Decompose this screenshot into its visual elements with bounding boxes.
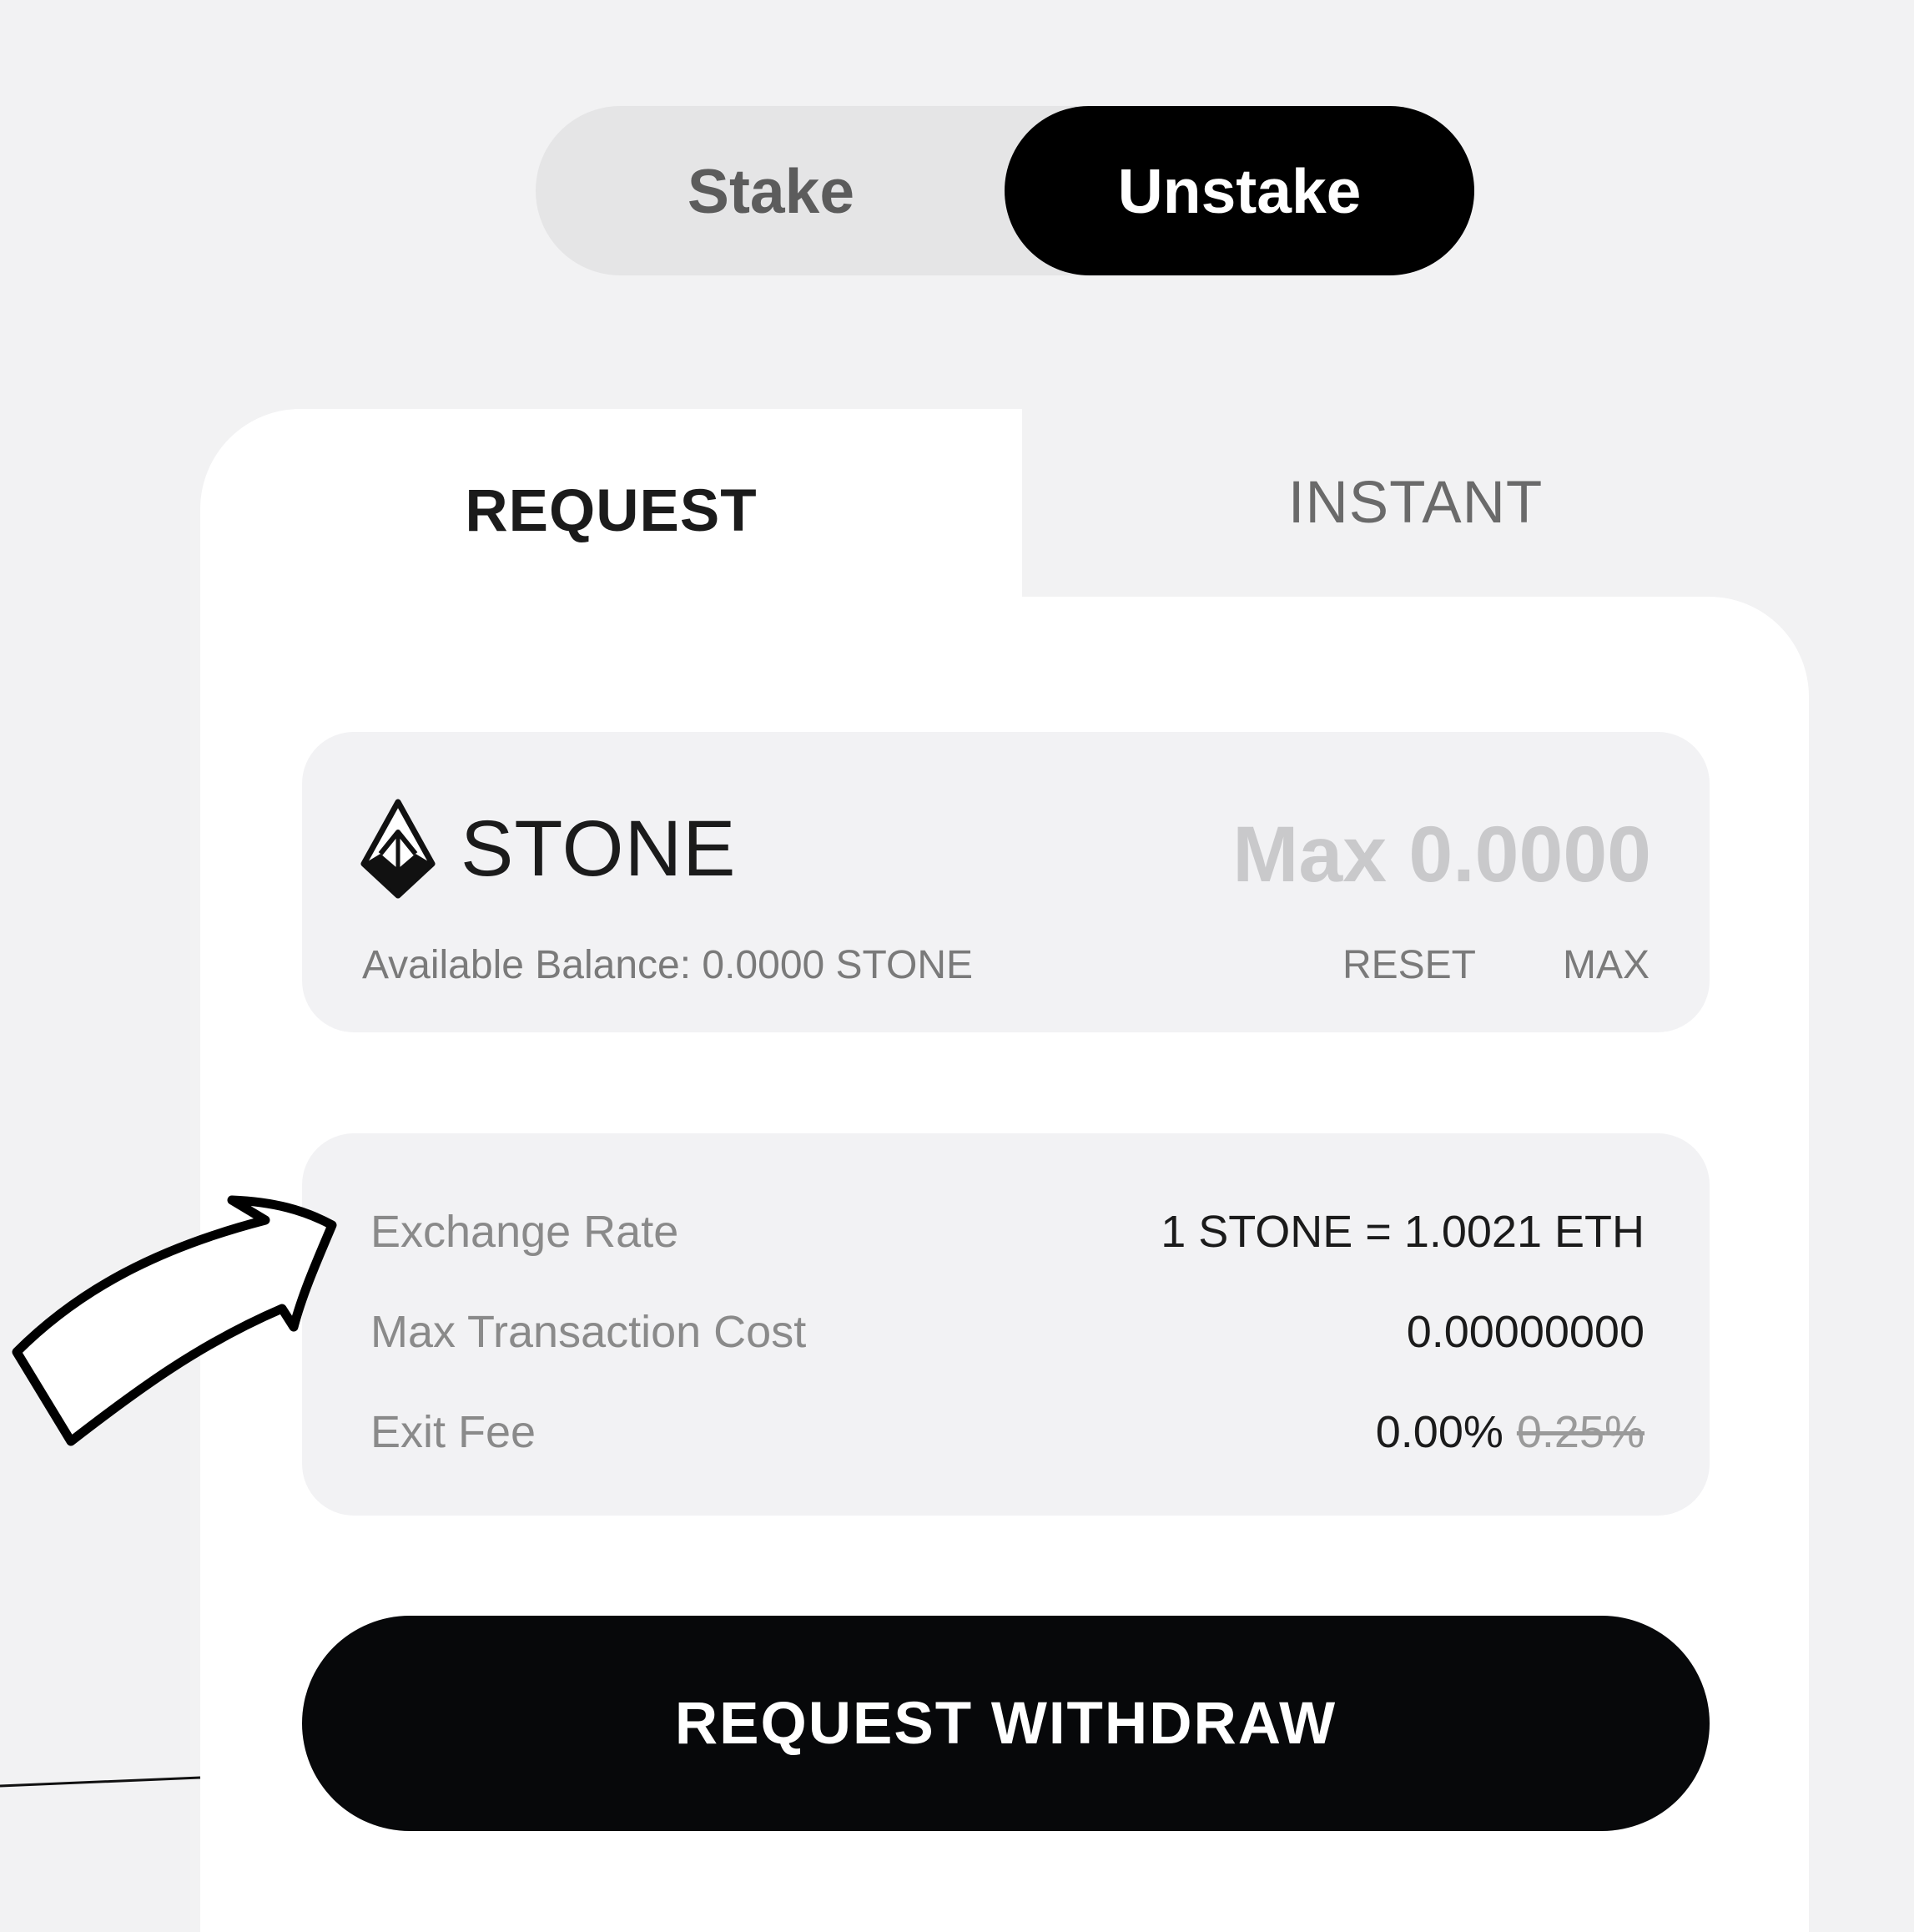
tx-cost-label: Max Transaction Cost (370, 1307, 807, 1357)
exit-fee-row: Exit Fee 0.00% 0.25% (370, 1403, 1645, 1461)
exit-fee-label: Exit Fee (370, 1407, 536, 1457)
amount-panel: STONE Available Balance: 0.0000 STONE RE… (302, 732, 1710, 1032)
exit-fee-values: 0.00% 0.25% (1376, 1406, 1645, 1458)
max-button[interactable]: MAX (1563, 942, 1650, 988)
exchange-rate-label: Exchange Rate (370, 1207, 679, 1257)
exchange-rate-row: Exchange Rate 1 STONE = 1.0021 ETH (370, 1203, 1645, 1261)
exchange-rate-value: 1 STONE = 1.0021 ETH (1161, 1207, 1645, 1257)
stake-unstake-toggle: Stake Unstake (536, 106, 1474, 275)
unstake-toggle-button[interactable]: Unstake (1005, 106, 1474, 275)
tx-cost-row: Max Transaction Cost 0.00000000 (370, 1303, 1645, 1361)
stone-token-icon (360, 799, 436, 899)
tx-cost-value: 0.00000000 (1406, 1307, 1645, 1357)
token-name: STONE (461, 804, 737, 893)
exit-fee-value: 0.00% (1375, 1407, 1503, 1457)
annotation-stroke-line (0, 1776, 201, 1788)
available-balance: Available Balance: 0.0000 STONE (362, 943, 974, 987)
stake-toggle-button[interactable]: Stake (536, 106, 1006, 275)
token-display: STONE (360, 799, 737, 899)
amount-input[interactable] (1067, 809, 1651, 900)
tab-request-label: REQUEST (465, 478, 758, 544)
reset-button[interactable]: RESET (1342, 942, 1476, 988)
exit-fee-original: 0.25% (1516, 1407, 1645, 1457)
request-withdraw-button[interactable]: REQUEST WITHDRAW (302, 1616, 1710, 1831)
tab-request[interactable]: REQUEST (200, 409, 1022, 643)
tab-instant[interactable]: INSTANT (1022, 409, 1809, 597)
transaction-info-panel: Exchange Rate 1 STONE = 1.0021 ETH Max T… (302, 1133, 1710, 1516)
